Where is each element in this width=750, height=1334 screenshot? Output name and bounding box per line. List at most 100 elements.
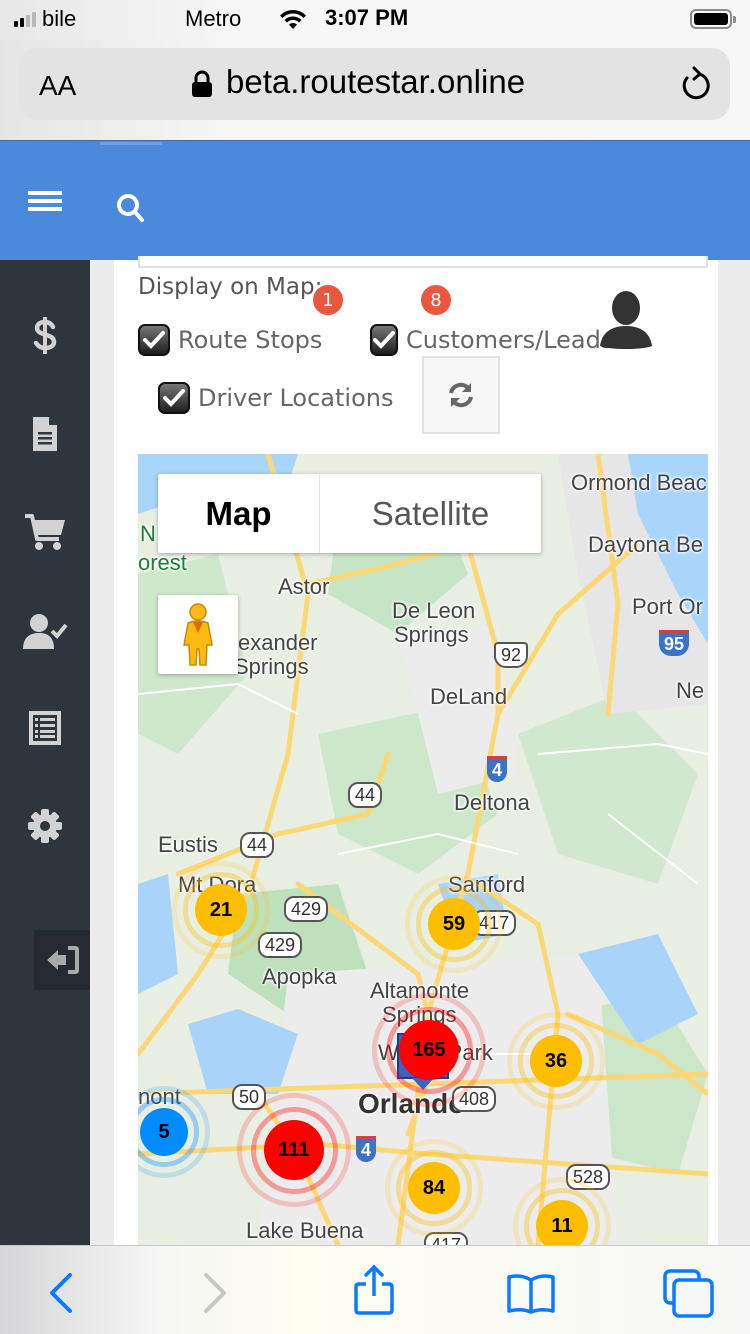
search-icon[interactable]	[114, 191, 148, 225]
driver-locations-checkbox[interactable]: Driver Locations	[158, 382, 394, 414]
map-canvas[interactable]: Ormond Beac Daytona Be N orest Astor Por…	[138, 454, 708, 1245]
place-label: Lake Buena	[246, 1218, 364, 1243]
reload-icon[interactable]	[679, 66, 711, 104]
carrier-name: bile	[42, 6, 77, 31]
carrier-left: bile	[14, 6, 76, 32]
gear-icon	[28, 809, 62, 843]
main-content: Display on Map: 1 8 Route Stops Customer…	[90, 256, 750, 1245]
display-on-map-label: Display on Map:	[138, 274, 323, 300]
sidebar-item-settings[interactable]	[0, 796, 90, 856]
sidebar-item-orders[interactable]	[0, 502, 90, 562]
carrier-secondary: Metro	[185, 6, 242, 31]
place-label: Apopka	[262, 964, 337, 989]
route-stops-badge: 1	[313, 285, 343, 315]
marker-cluster[interactable]: 165	[372, 993, 486, 1107]
dollar-icon	[33, 317, 57, 354]
user-check-icon	[23, 614, 68, 649]
street-view-pegman[interactable]	[158, 595, 238, 674]
marker-cluster[interactable]: 84	[384, 1138, 484, 1238]
state-road-shield: 429	[258, 932, 303, 958]
cluster-count: 21	[209, 898, 233, 921]
marker-cluster[interactable]: 59	[404, 874, 504, 974]
map-type-satellite-button[interactable]: Satellite	[320, 474, 541, 553]
route-stops-label: Route Stops	[178, 326, 323, 354]
place-label: De Leon	[392, 598, 476, 623]
place-label: Deltona	[454, 790, 530, 815]
browser-toolbar	[0, 1245, 750, 1334]
back-icon[interactable]	[46, 1272, 74, 1314]
interstate-shield: 4	[487, 756, 508, 782]
marker-cluster[interactable]: 111	[237, 1093, 351, 1207]
list-icon	[29, 711, 61, 745]
text-size-button[interactable]: AA	[39, 70, 76, 102]
cluster-count: 84	[422, 1176, 446, 1199]
place-label: Ormond Beac	[571, 470, 707, 495]
checkbox-checked-icon[interactable]	[138, 324, 170, 356]
driver-locations-label: Driver Locations	[198, 384, 394, 412]
customers-badge: 8	[421, 285, 451, 315]
place-label: Eustis	[158, 832, 218, 857]
sidebar-item-reports[interactable]	[0, 698, 90, 758]
sidebar-item-documents[interactable]	[0, 404, 90, 464]
interstate-shield: 95	[659, 630, 690, 656]
refresh-button[interactable]	[422, 356, 500, 434]
route-stops-checkbox[interactable]: Route Stops	[138, 324, 322, 356]
map-panel: Display on Map: 1 8 Route Stops Customer…	[114, 256, 718, 1245]
sidebar-item-logout[interactable]	[34, 930, 90, 990]
clock: 3:07 PM	[325, 5, 409, 30]
cluster-count: 5	[158, 1120, 170, 1143]
logout-icon	[47, 946, 79, 974]
browser-address-area: AA beta.routestar.online	[0, 40, 750, 140]
us-route-shield: 92	[494, 642, 529, 668]
map-base-layer	[138, 454, 708, 1245]
menu-icon[interactable]	[28, 191, 62, 211]
address-bar[interactable]: AA beta.routestar.online	[19, 48, 730, 120]
cart-icon	[25, 514, 65, 550]
user-avatar-icon[interactable]	[598, 290, 654, 352]
place-label: Springs	[394, 622, 469, 647]
document-icon	[33, 417, 57, 451]
header-accent	[100, 142, 162, 145]
map-type-control: Map Satellite	[158, 474, 541, 553]
map-type-map-button[interactable]: Map	[158, 474, 320, 553]
place-label: exander	[238, 630, 318, 655]
cluster-count: 59	[442, 912, 466, 935]
state-road-shield: 429	[284, 896, 329, 922]
marker-cluster[interactable]: 36	[506, 1011, 606, 1111]
refresh-icon	[449, 382, 473, 408]
sidebar-item-billing[interactable]	[0, 306, 90, 366]
customers-leads-checkbox[interactable]: Customers/Leads	[370, 324, 610, 356]
cluster-count: 36	[544, 1049, 568, 1072]
customers-leads-label: Customers/Leads	[406, 326, 610, 354]
interstate-shield: 4	[356, 1136, 377, 1162]
search-field-bottom-edge[interactable]	[138, 256, 708, 268]
marker-cluster[interactable]: 11	[512, 1176, 612, 1245]
signal-icon	[14, 11, 36, 27]
checkbox-checked-icon[interactable]	[370, 324, 398, 356]
sidebar	[0, 260, 90, 1245]
place-label: DeLand	[430, 684, 508, 709]
state-road-shield: 44	[240, 832, 275, 858]
checkbox-checked-icon[interactable]	[158, 382, 190, 414]
place-label: Daytona Be	[588, 532, 703, 557]
place-label: orest	[138, 550, 187, 575]
marker-cluster[interactable]: 21	[171, 860, 271, 960]
place-label: N	[140, 521, 156, 546]
cluster-count: 165	[412, 1038, 446, 1061]
tabs-icon[interactable]	[662, 1268, 716, 1318]
url-text[interactable]: beta.routestar.online	[226, 63, 525, 101]
lock-icon	[192, 70, 212, 97]
place-label: Ne	[676, 678, 705, 703]
wifi-icon	[280, 9, 306, 29]
cluster-count: 11	[551, 1214, 573, 1237]
place-label: Astor	[278, 574, 330, 599]
bookmarks-icon[interactable]	[505, 1272, 557, 1314]
share-icon[interactable]	[352, 1264, 396, 1316]
app-header	[0, 140, 750, 260]
marker-cluster[interactable]: 5	[138, 1086, 210, 1178]
place-label: Springs	[234, 654, 309, 679]
place-label: Port Or	[632, 594, 703, 619]
sidebar-item-customers[interactable]	[0, 602, 90, 662]
forward-icon	[204, 1273, 226, 1313]
battery-icon	[690, 9, 736, 29]
